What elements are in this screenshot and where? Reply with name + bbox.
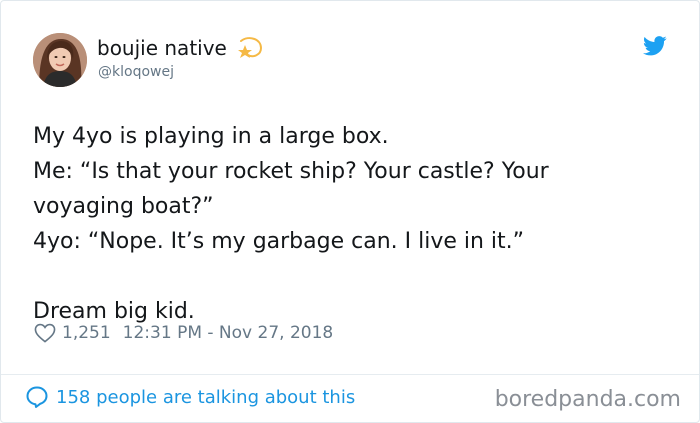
dizzy-star-icon [237,37,262,58]
tweet-timestamp[interactable]: 12:31 PM - Nov 27, 2018 [123,323,334,343]
boredpanda-watermark: boredpanda.com [494,387,681,412]
like-count[interactable]: 1,251 [62,323,111,343]
talking-label[interactable]: 158 people are talking about this [56,387,355,408]
tweet-line: 4yo: “Nope. It’s my garbage can. I live … [33,229,525,254]
twitter-bird-icon[interactable] [643,35,667,57]
heart-icon[interactable] [34,323,56,343]
display-name[interactable]: boujie native [97,36,227,60]
author-name-row: boujie native [97,35,263,61]
user-handle[interactable]: @kloqowej [98,64,174,80]
avatar-photo [33,33,87,87]
tweet-line: My 4yo is playing in a large box. [33,124,389,149]
avatar[interactable] [33,33,87,87]
divider [1,374,699,375]
speech-bubble-icon [26,386,48,408]
tweet-meta: 1,251 12:31 PM - Nov 27, 2018 [34,323,333,343]
tweet-card: boujie native @kloqowej My 4yo is playin… [0,0,700,423]
tweet-line: Me: “Is that your rocket ship? Your cast… [33,159,549,184]
conversation-link[interactable]: 158 people are talking about this [25,385,355,409]
tweet-line: voyaging boat?” [33,194,214,219]
tweet-text: My 4yo is playing in a large box. Me: “I… [33,119,653,329]
tweet-line-blank: ​ [33,259,653,294]
